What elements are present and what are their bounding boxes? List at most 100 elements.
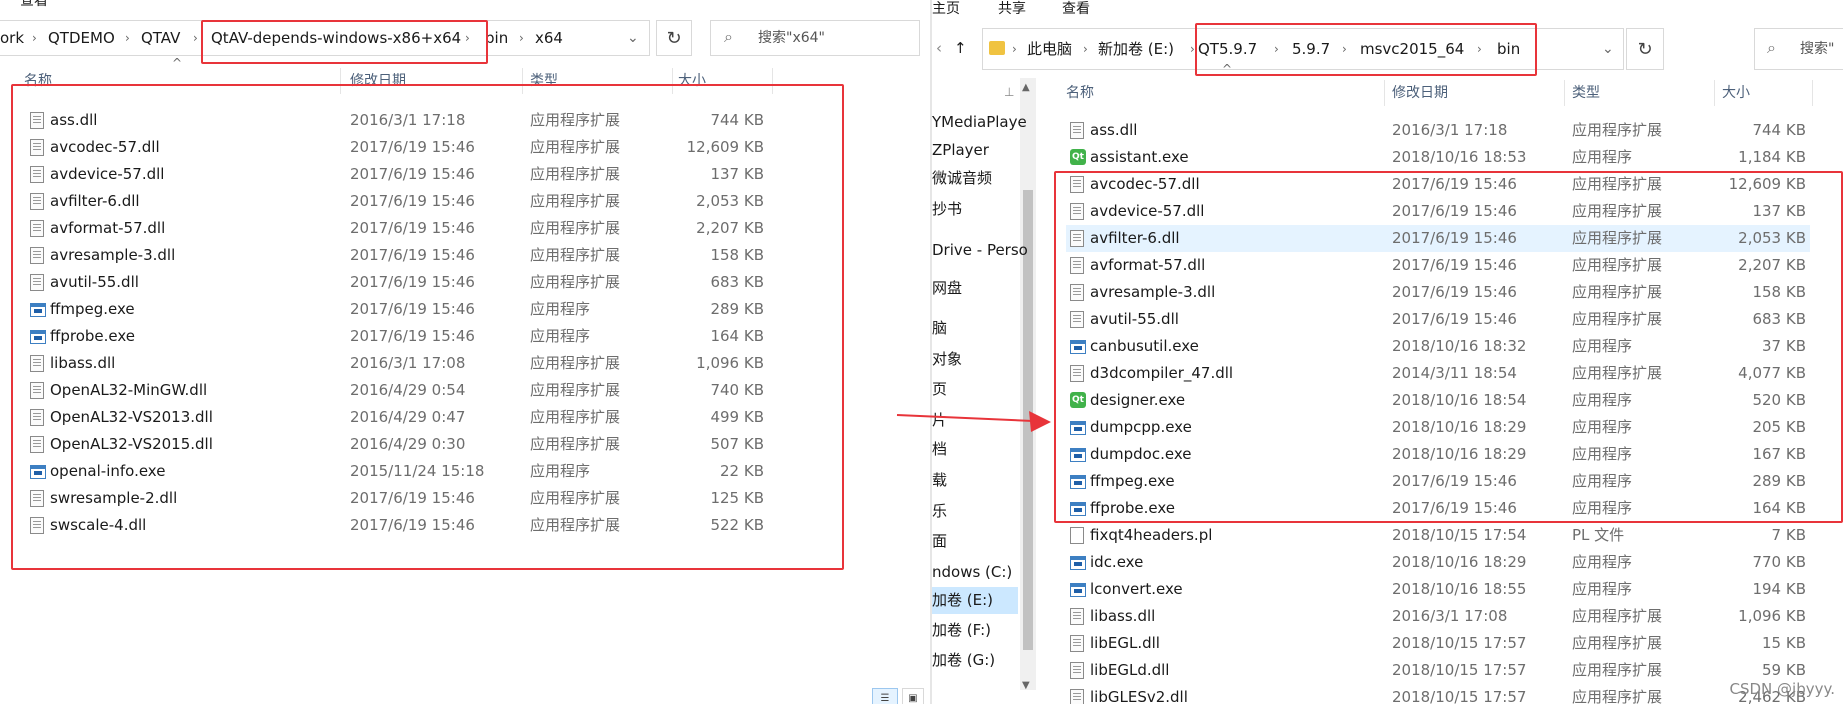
nav-tree-item[interactable]: 乐: [932, 501, 947, 521]
nav-tree-item[interactable]: 对象: [932, 349, 962, 369]
file-type: PL 文件: [1572, 526, 1625, 544]
up-arrow-icon[interactable]: ↑: [954, 38, 967, 58]
search-placeholder: 搜索"x64": [758, 30, 825, 46]
chevron-down-icon[interactable]: ⌄: [1602, 39, 1614, 59]
dll-file-icon: [1070, 635, 1084, 652]
file-row[interactable]: libEGL.dll 2018/10/15 17:57 应用程序扩展 15 KB: [1066, 630, 1810, 657]
breadcrumb-item[interactable]: QTAV: [141, 28, 180, 48]
sort-indicator-icon: ^: [172, 56, 183, 70]
file-row[interactable]: libass.dll 2016/3/1 17:08 应用程序扩展 1,096 KB: [1066, 603, 1810, 630]
nav-tree-item[interactable]: 微诚音频: [932, 168, 992, 188]
nav-tree-item[interactable]: 载: [932, 470, 947, 490]
file-name: libEGL.dll: [1090, 634, 1160, 652]
file-name: fixqt4headers.pl: [1090, 526, 1213, 544]
nav-tree-item[interactable]: ndows (C:): [932, 562, 1012, 582]
nav-tree-item[interactable]: ZPlayer: [932, 140, 989, 160]
search-icon: ⌕: [1767, 38, 1776, 57]
file-date: 2018/10/16 18:29: [1392, 553, 1527, 571]
file-row[interactable]: libGLESv2.dll 2018/10/15 17:57 应用程序扩展 2,462…: [1066, 684, 1810, 704]
file-type: 应用程序扩展: [1572, 607, 1663, 625]
ribbon-tab-home[interactable]: 主页: [932, 0, 960, 18]
column-header-type[interactable]: 类型: [1572, 84, 1600, 102]
nav-tree-item[interactable]: 面: [932, 531, 947, 551]
nav-tree-item[interactable]: Drive - Perso: [932, 240, 1028, 260]
breadcrumb-item[interactable]: bin: [485, 28, 508, 48]
chevron-down-icon[interactable]: ⌄: [627, 28, 639, 48]
nav-tree-item[interactable]: 加卷 (G:): [932, 650, 995, 670]
refresh-button[interactable]: ↻: [656, 20, 692, 56]
highlight-box-target-path: [1195, 23, 1537, 76]
file-name: ass.dll: [1090, 121, 1138, 139]
exe-file-icon: [1070, 583, 1086, 597]
file-size: 1,096 KB: [1738, 607, 1806, 625]
column-header-date[interactable]: 修改日期: [1392, 84, 1448, 102]
details-view-icon: ☰: [880, 692, 890, 704]
file-name: libEGLd.dll: [1090, 661, 1170, 679]
file-type: 应用程序扩展: [1572, 634, 1663, 652]
file-row[interactable]: Qt assistant.exe 2018/10/16 18:53 应用程序 1,184…: [1066, 144, 1810, 171]
breadcrumb-item[interactable]: QTDEMO: [48, 28, 115, 48]
dll-file-icon: [1070, 689, 1084, 704]
ribbon-title-fragment: 查看: [20, 0, 48, 9]
breadcrumb-item[interactable]: 此电脑: [1027, 39, 1072, 59]
search-placeholder: 搜索": [1800, 41, 1835, 57]
nav-tree-item[interactable]: 脑: [932, 318, 947, 338]
copy-arrow: [896, 411, 1051, 432]
file-type: 应用程序: [1572, 580, 1633, 598]
search-icon: ⌕: [724, 27, 733, 46]
file-row[interactable]: libEGLd.dll 2018/10/15 17:57 应用程序扩展 59 KB: [1066, 657, 1810, 684]
file-type: 应用程序扩展: [1572, 688, 1663, 704]
nav-tree-item[interactable]: YMediaPlaye: [932, 112, 1027, 132]
file-size: 1,184 KB: [1738, 148, 1806, 166]
breadcrumb-item[interactable]: 新加卷 (E:): [1098, 39, 1174, 59]
dll-file-icon: [1070, 608, 1084, 625]
file-name: assistant.exe: [1090, 148, 1189, 166]
highlight-box-source-files: [11, 84, 844, 570]
file-row[interactable]: idc.exe 2018/10/16 18:29 应用程序 770 KB: [1066, 549, 1810, 576]
nav-tree-item[interactable]: 加卷 (F:): [932, 620, 991, 640]
file-name: libass.dll: [1090, 607, 1156, 625]
column-divider[interactable]: [1384, 80, 1385, 106]
pin-icon[interactable]: ⊥: [1004, 82, 1014, 102]
folder-icon: [989, 41, 1005, 55]
file-date: 2018/10/15 17:57: [1392, 634, 1527, 652]
refresh-button[interactable]: ↻: [1626, 28, 1664, 70]
ribbon-tab-share[interactable]: 共享: [998, 0, 1026, 18]
file-type: 应用程序: [1572, 553, 1633, 571]
breadcrumb-separator-icon: ›: [193, 31, 198, 45]
details-view-button[interactable]: ☰: [872, 688, 898, 704]
highlight-box-source-path: [201, 20, 488, 64]
file-size: 7 KB: [1771, 526, 1806, 544]
file-date: 2018/10/15 17:54: [1392, 526, 1527, 544]
column-divider[interactable]: [1564, 80, 1565, 106]
file-size: 744 KB: [1752, 121, 1806, 139]
column-divider[interactable]: [1812, 80, 1813, 106]
file-size: 770 KB: [1752, 553, 1806, 571]
file-size: 15 KB: [1762, 634, 1806, 652]
breadcrumb-separator-icon: ›: [1012, 42, 1017, 56]
scroll-up-icon[interactable]: ▲: [1022, 78, 1030, 98]
file-date: 2018/10/16 18:53: [1392, 148, 1527, 166]
nav-tree-item[interactable]: 加卷 (E:): [932, 590, 993, 610]
nav-tree-item[interactable]: 页: [932, 379, 947, 399]
nav-tree-item[interactable]: 网盘: [932, 278, 962, 298]
file-row[interactable]: lconvert.exe 2018/10/16 18:55 应用程序 194 KB: [1066, 576, 1810, 603]
back-button[interactable]: ‹: [936, 38, 942, 58]
breadcrumb-item[interactable]: x64: [535, 28, 563, 48]
file-row[interactable]: fixqt4headers.pl 2018/10/15 17:54 PL 文件 7 K…: [1066, 522, 1810, 549]
breadcrumb-separator-icon: ›: [519, 31, 524, 45]
scroll-down-icon[interactable]: ▼: [1022, 676, 1030, 696]
nav-tree-item[interactable]: 档: [932, 439, 947, 459]
qt-app-icon: Qt: [1070, 149, 1086, 165]
file-name: libGLESv2.dll: [1090, 688, 1188, 704]
nav-tree-item[interactable]: 抄书: [932, 199, 962, 219]
pl-file-icon: [1070, 527, 1084, 544]
column-header-size[interactable]: 大小: [1722, 84, 1750, 102]
breadcrumb-item[interactable]: ork: [0, 28, 24, 48]
large-icons-view-icon: ▣: [908, 692, 918, 704]
column-divider[interactable]: [1714, 80, 1715, 106]
large-icons-view-button[interactable]: ▣: [902, 688, 924, 704]
file-row[interactable]: ass.dll 2016/3/1 17:18 应用程序扩展 744 KB: [1066, 117, 1810, 144]
ribbon-tab-view[interactable]: 查看: [1062, 0, 1090, 18]
column-header-name[interactable]: 名称: [1066, 84, 1094, 102]
